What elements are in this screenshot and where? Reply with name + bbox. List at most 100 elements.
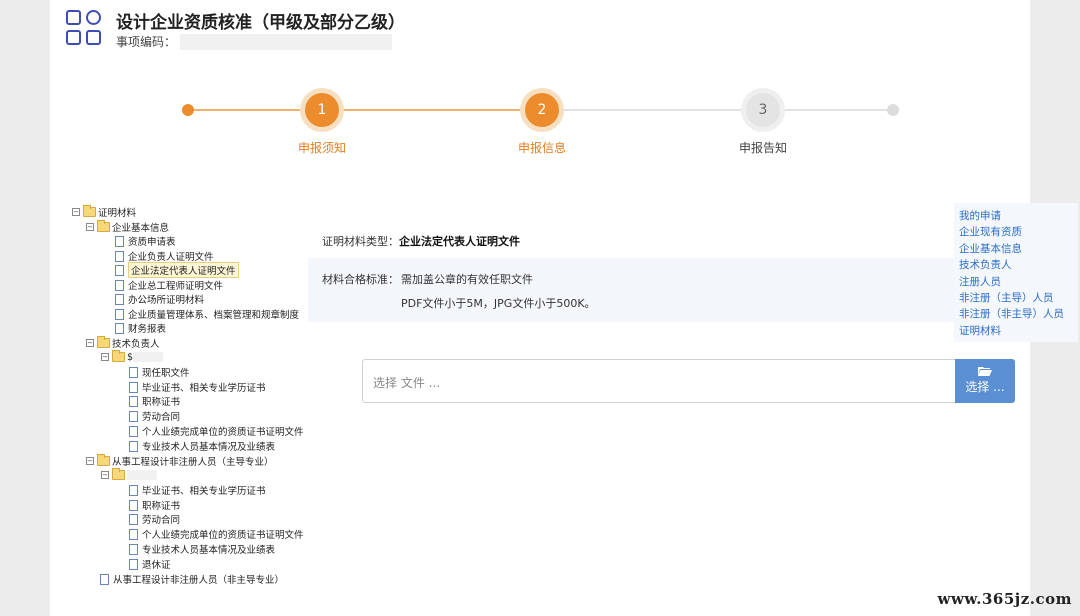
tree-item-label: 企业总工程师证明文件 <box>128 281 224 292</box>
sidenav-materials[interactable]: 证明材料 <box>959 323 1078 339</box>
tree-item[interactable]: 毕业证书、相关专业学历证书 <box>129 380 266 394</box>
tree-item-label: 个人业绩完成单位的资质证书证明文件 <box>142 530 304 541</box>
page-title: 设计企业资质核准（甲级及部分乙级） <box>116 13 405 33</box>
tree-item-label: 办公场所证明材料 <box>128 295 205 306</box>
step-line-pending <box>542 109 894 111</box>
person-name-redacted <box>127 470 157 480</box>
tree-item[interactable]: 资质申请表 <box>115 234 176 248</box>
tree-node-non-main[interactable]: 从事工程设计非注册人员（非主导专业） <box>100 572 284 586</box>
tree-item[interactable]: 职称证书 <box>129 394 180 408</box>
tree-item[interactable]: 个人业绩完成单位的资质证书证明文件 <box>129 424 304 438</box>
tree-item[interactable]: 企业负责人证明文件 <box>115 249 214 263</box>
tree-node-root[interactable]: − 证明材料 <box>72 205 136 219</box>
sidenav-my-applications[interactable]: 我的申请 <box>959 208 1078 224</box>
tree-label: 证明材料 <box>98 208 137 219</box>
tree-item-label: 退休证 <box>142 560 171 571</box>
collapse-icon[interactable]: − <box>72 208 80 216</box>
step-2-number: 2 <box>525 93 559 127</box>
step-1-label: 申报须知 <box>297 141 346 155</box>
file-icon <box>115 322 124 334</box>
tree-item-label: 现任职文件 <box>142 368 190 379</box>
file-select-button[interactable]: 选择 ... <box>955 359 1015 403</box>
tree-label: 从事工程设计非注册人员（非主导专业） <box>113 575 285 586</box>
step-1[interactable]: 1 <box>300 88 344 132</box>
tree-node-tech[interactable]: − 技术负责人 <box>86 336 160 350</box>
sidenav-non-registered-non-main[interactable]: 非注册（非主导）人员 <box>959 306 1078 322</box>
sidenav-registered[interactable]: 注册人员 <box>959 274 1078 290</box>
tree-item[interactable]: 劳动合同 <box>129 512 180 526</box>
tree-item[interactable]: 个人业绩完成单位的资质证书证明文件 <box>129 527 304 541</box>
file-icon <box>129 366 138 378</box>
file-select-input[interactable]: 选择 文件 ... <box>362 359 956 403</box>
item-code-row: 事项编码： <box>116 33 393 50</box>
step-1-number: 1 <box>305 93 339 127</box>
tree-label: 企业基本信息 <box>112 223 170 234</box>
tree-item-label: 职称证书 <box>142 501 181 512</box>
tree-item-label: 毕业证书、相关专业学历证书 <box>142 486 266 497</box>
file-icon <box>129 395 138 407</box>
tree-item-label: 专业技术人员基本情况及业绩表 <box>142 442 276 453</box>
tree-item[interactable]: 劳动合同 <box>129 409 180 423</box>
collapse-icon[interactable]: − <box>86 223 94 231</box>
material-standard-label: 材料合格标准： <box>322 273 399 286</box>
file-icon <box>129 381 138 393</box>
step-2[interactable]: 2 <box>520 88 564 132</box>
tree-item-selected[interactable]: 企业法定代表人证明文件 <box>115 262 239 278</box>
file-icon <box>100 573 109 585</box>
file-icon <box>129 484 138 496</box>
material-standard-line1: 需加盖公章的有效任职文件 <box>401 273 533 286</box>
tree-item[interactable]: 毕业证书、相关专业学历证书 <box>129 483 266 497</box>
folder-open-icon <box>978 367 992 376</box>
file-icon <box>129 425 138 437</box>
tree-node-basic[interactable]: − 企业基本信息 <box>86 220 169 234</box>
file-icon <box>115 250 124 262</box>
tree-item-label: 劳动合同 <box>142 412 181 423</box>
tree-node-tech-person[interactable]: − $ <box>101 350 164 364</box>
tree-item[interactable]: 办公场所证明材料 <box>115 292 204 306</box>
tree-node-main-person[interactable]: − <box>101 468 157 482</box>
folder-icon <box>97 336 110 348</box>
material-type-row: 证明材料类型：企业法定代表人证明文件 <box>322 233 520 249</box>
tree-item[interactable]: 企业总工程师证明文件 <box>115 278 223 292</box>
file-icon <box>129 440 138 452</box>
step-2-label: 申报信息 <box>517 141 566 155</box>
sidenav-existing-qualifications[interactable]: 企业现有资质 <box>959 224 1078 240</box>
file-icon <box>115 293 124 305</box>
tree-item[interactable]: 专业技术人员基本情况及业绩表 <box>129 439 275 453</box>
tree-item[interactable]: 退休证 <box>129 557 171 571</box>
tree-item-label: 企业质量管理体系、档案管理和规章制度 <box>128 310 300 321</box>
step-end-dot <box>887 104 899 116</box>
tree-item-label: 企业负责人证明文件 <box>128 252 214 263</box>
material-standard-box: 材料合格标准： 需加盖公章的有效任职文件 PDF文件小于5M，JPG文件小于50… <box>308 258 958 322</box>
collapse-icon[interactable]: − <box>101 471 109 479</box>
file-icon <box>129 410 138 422</box>
tree-label: 从事工程设计非注册人员（主导专业） <box>112 457 274 468</box>
file-icon <box>115 308 124 320</box>
collapse-icon[interactable]: − <box>86 339 94 347</box>
collapse-icon[interactable]: − <box>86 457 94 465</box>
sidenav-tech-lead[interactable]: 技术负责人 <box>959 257 1078 273</box>
file-select-button-label: 选择 ... <box>965 380 1005 394</box>
item-code-label: 事项编码： <box>116 35 177 49</box>
file-icon <box>129 543 138 555</box>
app-grid-icon <box>66 10 104 48</box>
step-3[interactable]: 3 <box>741 88 785 132</box>
collapse-icon[interactable]: − <box>101 353 109 361</box>
tree-item[interactable]: 现任职文件 <box>129 365 190 379</box>
folder-icon <box>83 205 96 217</box>
tree-item[interactable]: 专业技术人员基本情况及业绩表 <box>129 542 275 556</box>
tree-item[interactable]: 职称证书 <box>129 498 180 512</box>
folder-icon <box>112 350 125 362</box>
sidenav-basic-info[interactable]: 企业基本信息 <box>959 241 1078 257</box>
file-icon <box>129 528 138 540</box>
sidenav-non-registered-main[interactable]: 非注册（主导）人员 <box>959 290 1078 306</box>
material-standard-line2: PDF文件小于5M，JPG文件小于500K。 <box>401 297 596 310</box>
file-icon <box>115 264 124 276</box>
tree-node-main-major[interactable]: − 从事工程设计非注册人员（主导专业） <box>86 454 274 468</box>
tree-item[interactable]: 财务报表 <box>115 321 166 335</box>
file-icon <box>129 558 138 570</box>
tree-item-label: 专业技术人员基本情况及业绩表 <box>142 545 276 556</box>
tree-item[interactable]: 企业质量管理体系、档案管理和规章制度 <box>115 307 299 321</box>
material-type-value: 企业法定代表人证明文件 <box>399 235 520 248</box>
tree-item-label: 财务报表 <box>128 324 167 335</box>
